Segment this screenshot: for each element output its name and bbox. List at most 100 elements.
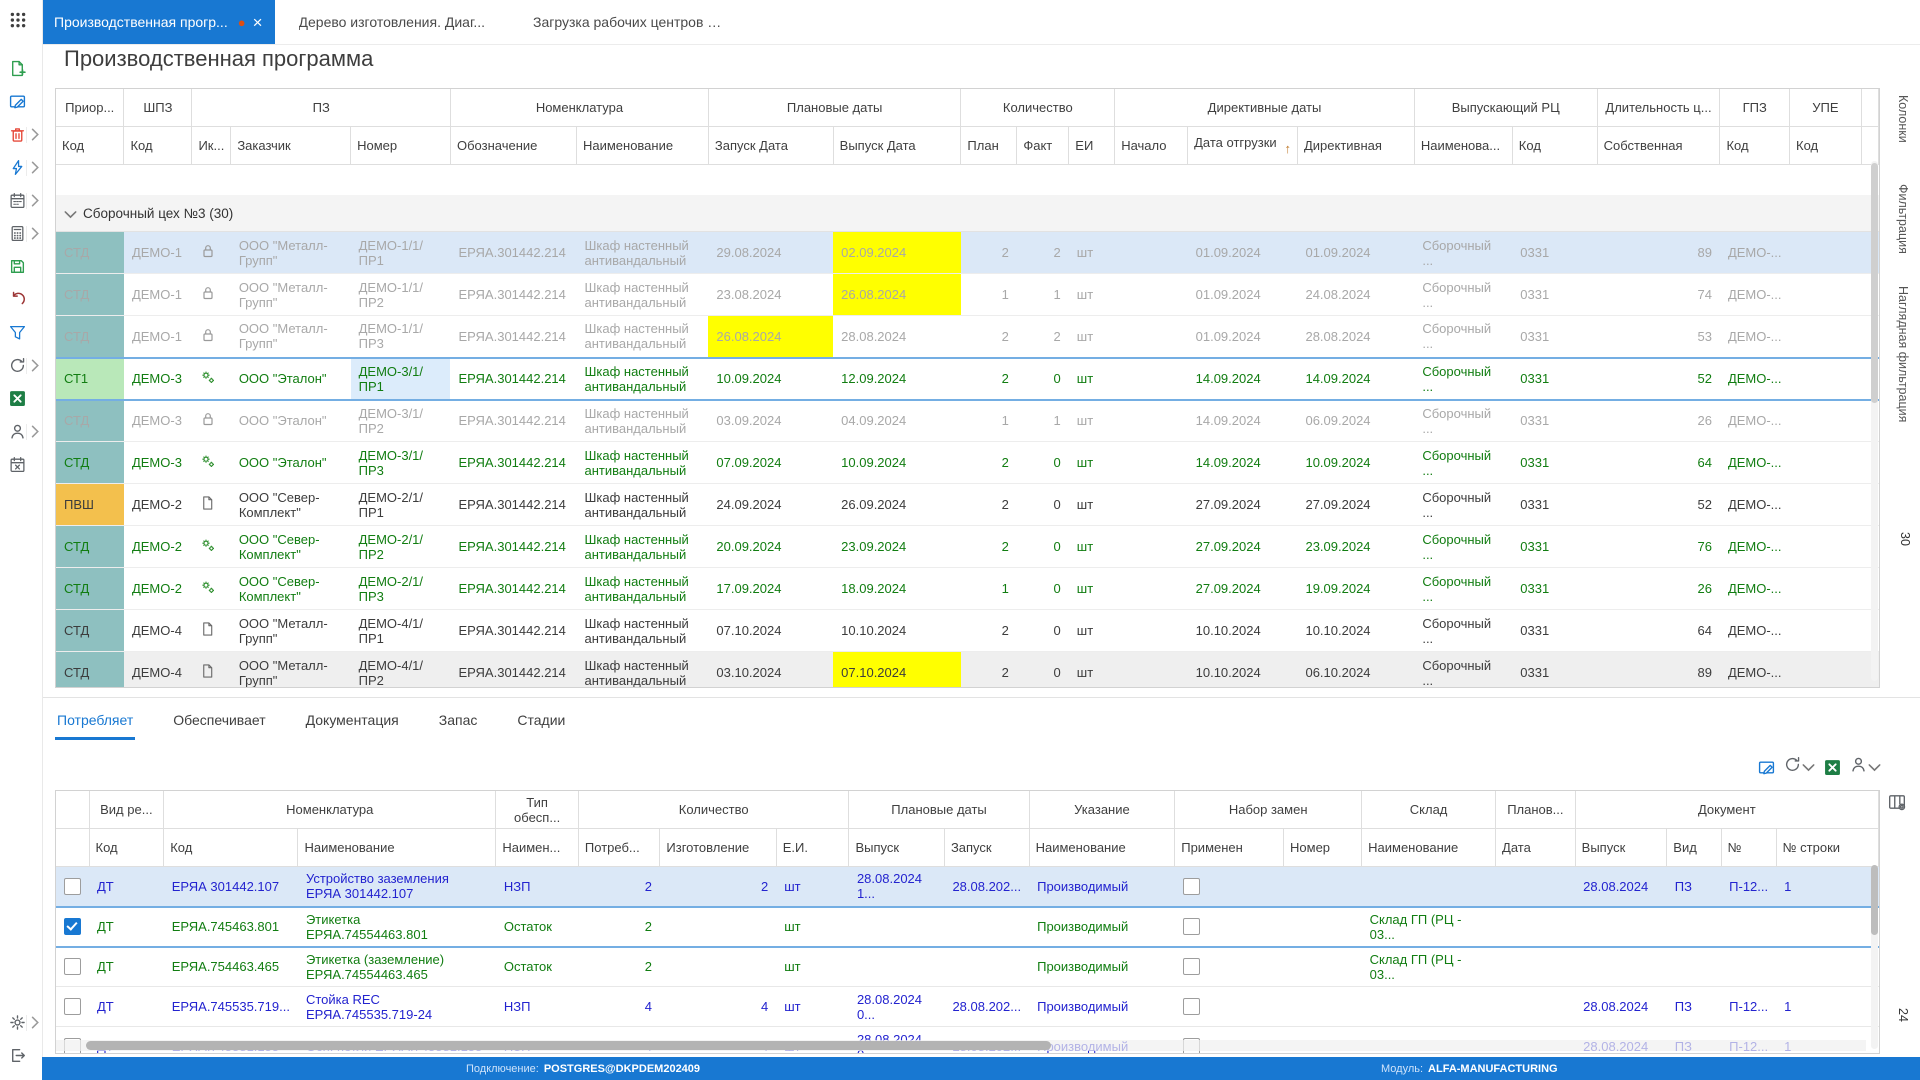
cell-begin[interactable]	[1115, 610, 1188, 652]
cell-instruction[interactable]: Производимый	[1029, 987, 1175, 1027]
column-header[interactable]: Наименова...	[1414, 127, 1512, 165]
splitter[interactable]	[42, 697, 1920, 698]
cell-icon[interactable]	[192, 358, 231, 400]
panel-tab-filtering[interactable]: Фильтрация	[1896, 184, 1910, 254]
cell-customer[interactable]: ООО "Металл-Групп"	[231, 610, 351, 652]
cell-shpz[interactable]: ДЕМО-4	[124, 652, 192, 689]
cell-number[interactable]: ДЕМО-3/1/ПР3	[351, 442, 451, 484]
row-select-checkbox[interactable]	[64, 878, 81, 895]
cell-doc_type[interactable]	[1667, 947, 1721, 987]
cell-prio[interactable]: СТД	[56, 400, 124, 442]
cell-ei[interactable]: шт	[776, 867, 849, 907]
cell-rc_code[interactable]: 0331	[1512, 652, 1597, 689]
cell-ei[interactable]: шт	[1069, 316, 1115, 358]
panel-tab-visual-filtering[interactable]: Наглядная фильтрация	[1896, 286, 1910, 422]
cell-designation[interactable]: ЕРЯА.301442.214	[450, 526, 576, 568]
refresh-button[interactable]	[0, 349, 42, 382]
cell-ship[interactable]: 01.09.2024	[1188, 232, 1298, 274]
cell-begin[interactable]	[1115, 274, 1188, 316]
applied-checkbox[interactable]	[1183, 878, 1200, 895]
cell-doc_type[interactable]: ПЗ	[1667, 867, 1721, 907]
cell-doc_num[interactable]: П-12...	[1721, 987, 1776, 1027]
cell-launch[interactable]: 26.08.2024	[708, 316, 833, 358]
cell-directive[interactable]: 23.09.2024	[1297, 526, 1414, 568]
cell-ei[interactable]: шт	[776, 947, 849, 987]
detail-grid-horizontal-scrollbar[interactable]	[56, 1040, 1866, 1051]
apps-grid-icon[interactable]	[9, 11, 27, 29]
cell-rc_code[interactable]: 0331	[1512, 568, 1597, 610]
column-header[interactable]: Применен	[1175, 829, 1284, 867]
cell-gpz[interactable]: ДЕМО-...	[1720, 610, 1790, 652]
cell-designation[interactable]: ЕРЯА.301442.214	[450, 442, 576, 484]
consume-row[interactable]: ДТЕРЯА.745463.801ЭтикеткаЕРЯА.74554463.8…	[56, 907, 1879, 947]
cell-duration[interactable]: 64	[1597, 442, 1720, 484]
cell-customer[interactable]: ООО "Север-Комплект"	[231, 484, 351, 526]
cell-designation[interactable]: ЕРЯА.301442.214	[450, 232, 576, 274]
column-header[interactable]: Код	[56, 127, 124, 165]
cell-icon[interactable]	[192, 232, 231, 274]
cell-rc_code[interactable]: 0331	[1512, 526, 1597, 568]
cell-number[interactable]: ДЕМО-3/1/ПР2	[351, 400, 451, 442]
close-tab-icon[interactable]: ×	[253, 14, 263, 31]
cell-upe[interactable]	[1790, 484, 1862, 526]
cell-code[interactable]: ЕРЯА 301442.107	[164, 867, 298, 907]
cell-type[interactable]: ДТ	[89, 987, 164, 1027]
column-header[interactable]: ЕИ	[1069, 127, 1115, 165]
cell-ei[interactable]: шт	[1069, 526, 1115, 568]
cell-launch[interactable]: 07.09.2024	[708, 442, 833, 484]
cell-customer[interactable]: ООО "Север-Комплект"	[231, 568, 351, 610]
cell-customer[interactable]: ООО "Металл-Групп"	[231, 652, 351, 689]
logout-button[interactable]	[0, 1039, 42, 1072]
cell-customer[interactable]: ООО "Металл-Групп"	[231, 274, 351, 316]
cell-shpz[interactable]: ДЕМО-1	[124, 274, 192, 316]
delete-button[interactable]	[0, 118, 42, 151]
column-group-header[interactable]: Приор...	[56, 89, 124, 127]
cell-rc_name[interactable]: Сборочный ...	[1414, 652, 1512, 689]
cell-release[interactable]: 10.10.2024	[833, 610, 961, 652]
cell-icon[interactable]	[192, 274, 231, 316]
cell-replace_num[interactable]	[1284, 947, 1362, 987]
calendar-button[interactable]	[0, 184, 42, 217]
calculator-button[interactable]	[0, 217, 42, 250]
cell-duration[interactable]: 26	[1597, 568, 1720, 610]
cell-rc_code[interactable]: 0331	[1512, 400, 1597, 442]
cell-duration[interactable]: 89	[1597, 232, 1720, 274]
row-select-checkbox[interactable]	[64, 918, 81, 935]
consume-row[interactable]: ДТЕРЯА 301442.107Устройство заземленияЕР…	[56, 867, 1879, 907]
cell-name[interactable]: Шкаф настенныйантивандальный	[576, 610, 708, 652]
cell-directive[interactable]: 10.10.2024	[1297, 610, 1414, 652]
column-header[interactable]: Директивная	[1297, 127, 1414, 165]
cell-upe[interactable]	[1790, 610, 1862, 652]
column-group-header[interactable]: ПЗ	[192, 89, 451, 127]
cell-number[interactable]: ДЕМО-2/1/ПР2	[351, 526, 451, 568]
cell-ship[interactable]: 10.10.2024	[1188, 610, 1298, 652]
cell-ei[interactable]: шт	[1069, 358, 1115, 400]
cell-shpz[interactable]: ДЕМО-1	[124, 316, 192, 358]
tab-workcenter-load[interactable]: Загрузка рабочих центров н...	[509, 0, 749, 44]
cell-instruction[interactable]: Производимый	[1029, 867, 1175, 907]
cell-name[interactable]: Шкаф настенныйантивандальный	[576, 484, 708, 526]
cell-prio[interactable]: СТД	[56, 316, 124, 358]
cell-ei[interactable]: шт	[1069, 568, 1115, 610]
cell-number[interactable]: ДЕМО-1/1/ПР1	[351, 232, 451, 274]
cell-gpz[interactable]: ДЕМО-...	[1720, 400, 1790, 442]
production-row[interactable]: ПВШДЕМО-2ООО "Север-Комплект"ДЕМО-2/1/ПР…	[56, 484, 1879, 526]
cell-customer[interactable]: ООО "Эталон"	[231, 400, 351, 442]
cell-doc_type[interactable]: ПЗ	[1667, 987, 1721, 1027]
cell-replace_num[interactable]	[1284, 907, 1362, 947]
column-header[interactable]: Запуск Дата	[708, 127, 833, 165]
chevron-down-icon[interactable]	[1868, 762, 1881, 773]
cell-warehouse[interactable]	[1362, 867, 1496, 907]
cell-rc_name[interactable]: Сборочный ...	[1414, 232, 1512, 274]
cell-launch[interactable]: 28.08.202...	[944, 987, 1029, 1027]
cell-prio[interactable]: СТ1	[56, 358, 124, 400]
cell-doc_num[interactable]	[1721, 907, 1776, 947]
cell-upe[interactable]	[1790, 652, 1862, 689]
cell-duration[interactable]: 64	[1597, 610, 1720, 652]
column-group-header[interactable]: Количество	[961, 89, 1115, 127]
cell-doc_line[interactable]: 1	[1776, 867, 1878, 907]
cell-ship[interactable]: 01.09.2024	[1188, 274, 1298, 316]
cell-release[interactable]: 12.09.2024	[833, 358, 961, 400]
cell-fact[interactable]: 0	[1017, 652, 1069, 689]
cell-release[interactable]: 02.09.2024	[833, 232, 961, 274]
